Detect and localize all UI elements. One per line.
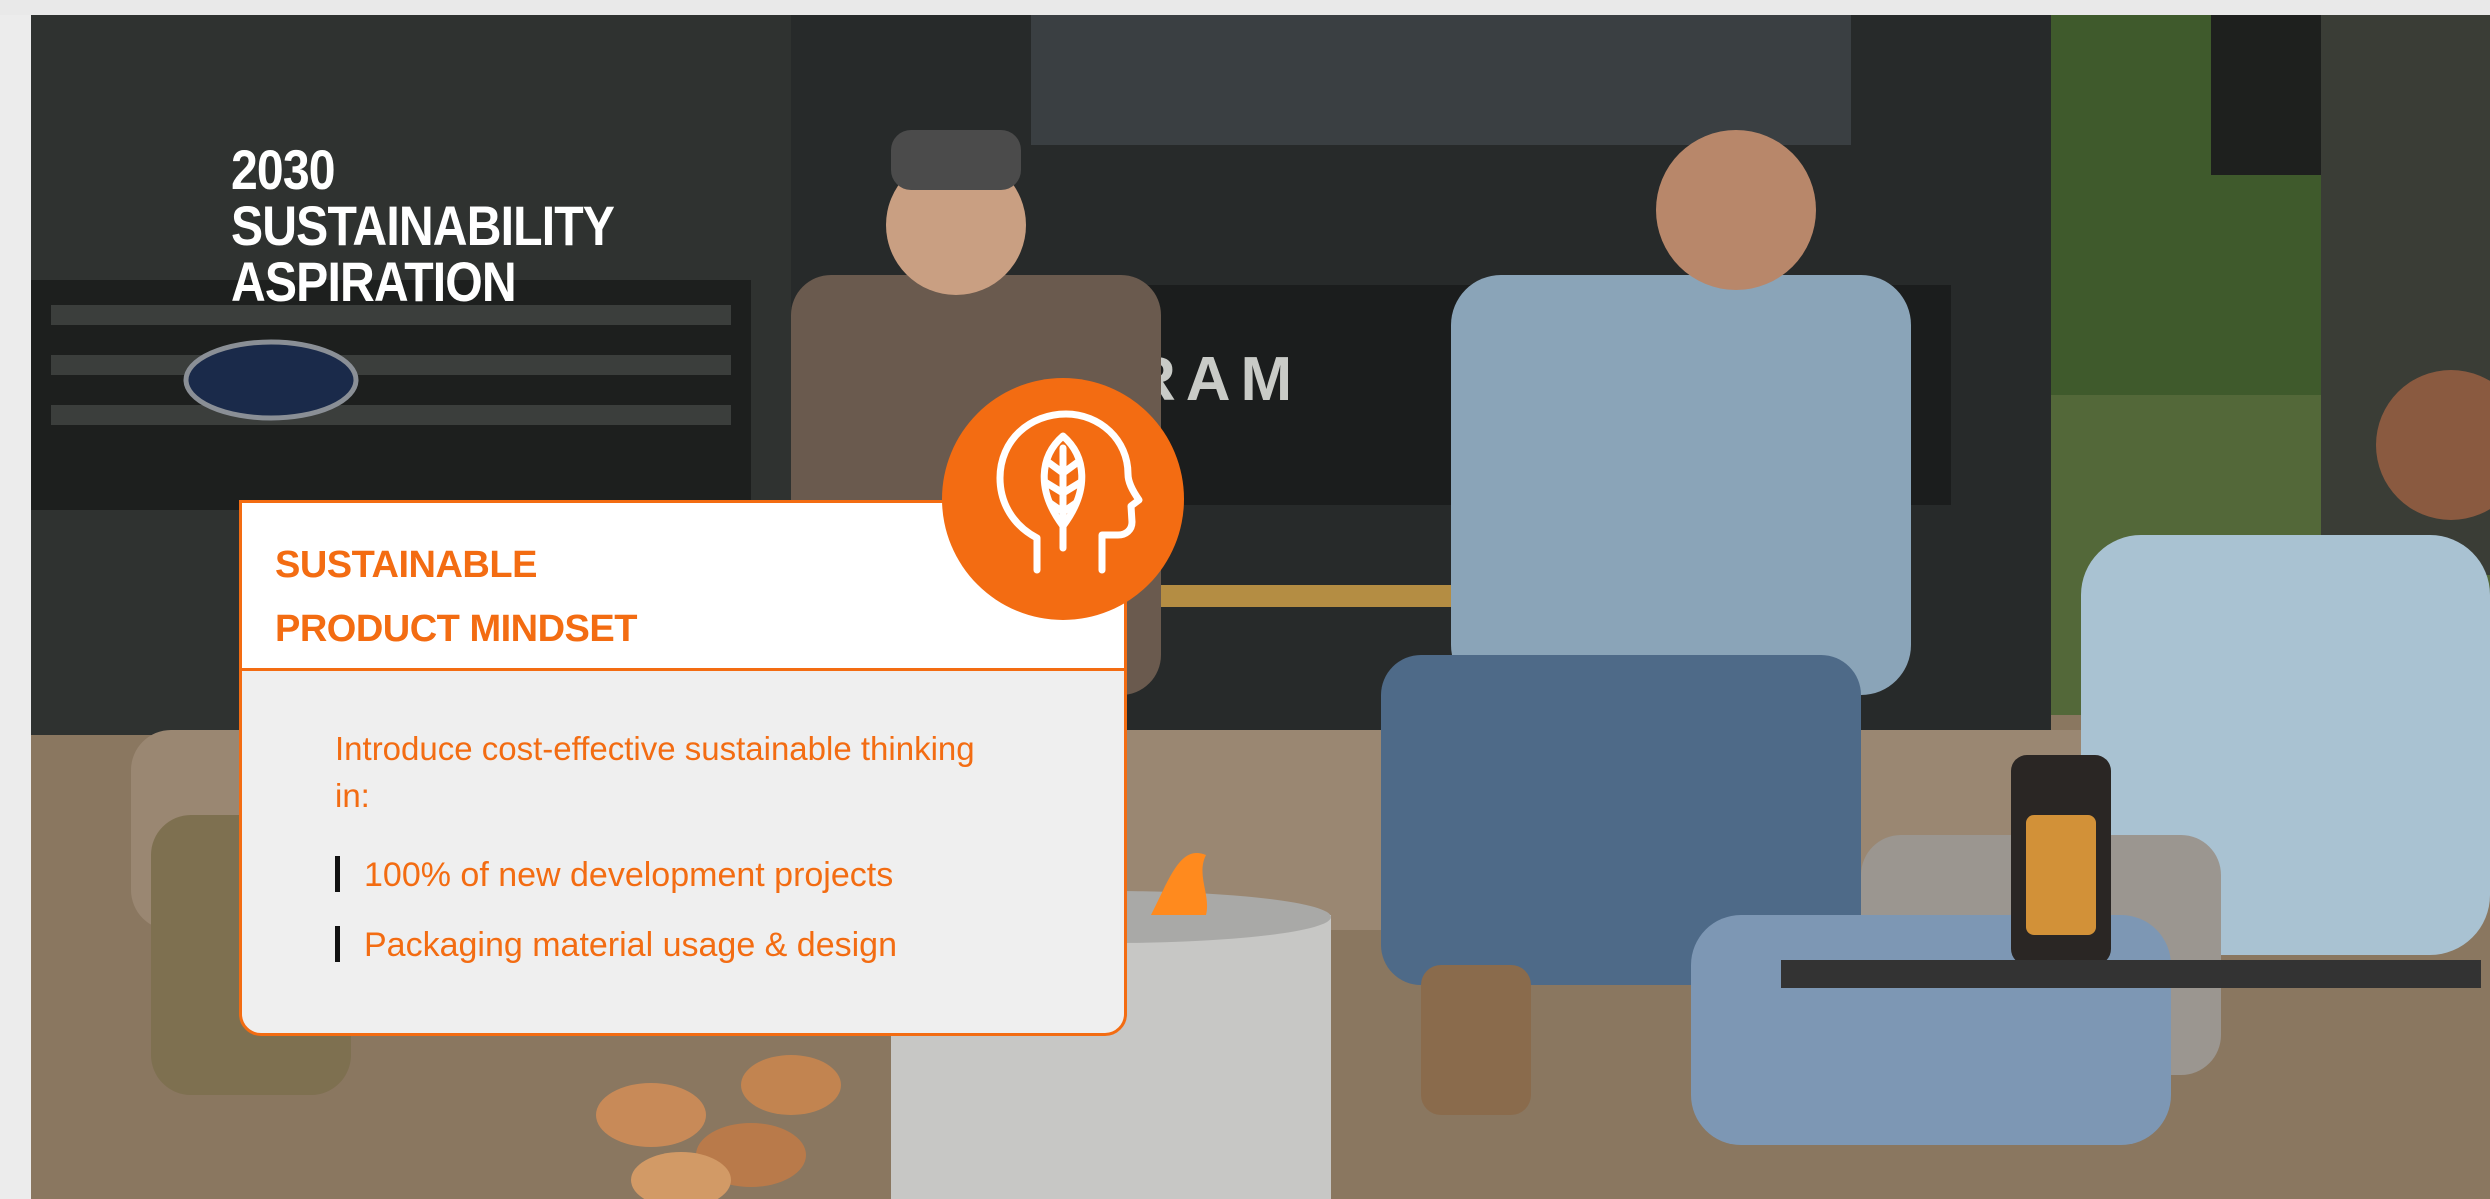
card-heading-line-1: SUSTAINABLE [275,544,537,586]
bullet-bar [335,926,340,962]
firewood [596,1083,706,1147]
slide-title: 2030 SUSTAINABILITY ASPIRATION [231,138,614,313]
bullet-item: Packaging material usage & design [335,923,897,967]
top-bar [0,0,2490,15]
bullet-item: 100% of new development projects [335,853,893,897]
card-heading: SUSTAINABLE PRODUCT MINDSET [275,533,637,661]
card-heading-line-2: PRODUCT MINDSET [275,608,637,650]
bullet-text: Packaging material usage & design [364,926,897,964]
card-intro-text: Introduce cost-effective sustainable thi… [335,730,975,814]
head-leaf-icon [942,378,1184,620]
bullet-text: 100% of new development projects [364,856,894,894]
bullet-bar [335,856,340,892]
camp-table [1781,960,2481,988]
truck-oval-emblem [183,339,359,421]
center-man [1451,275,1911,695]
